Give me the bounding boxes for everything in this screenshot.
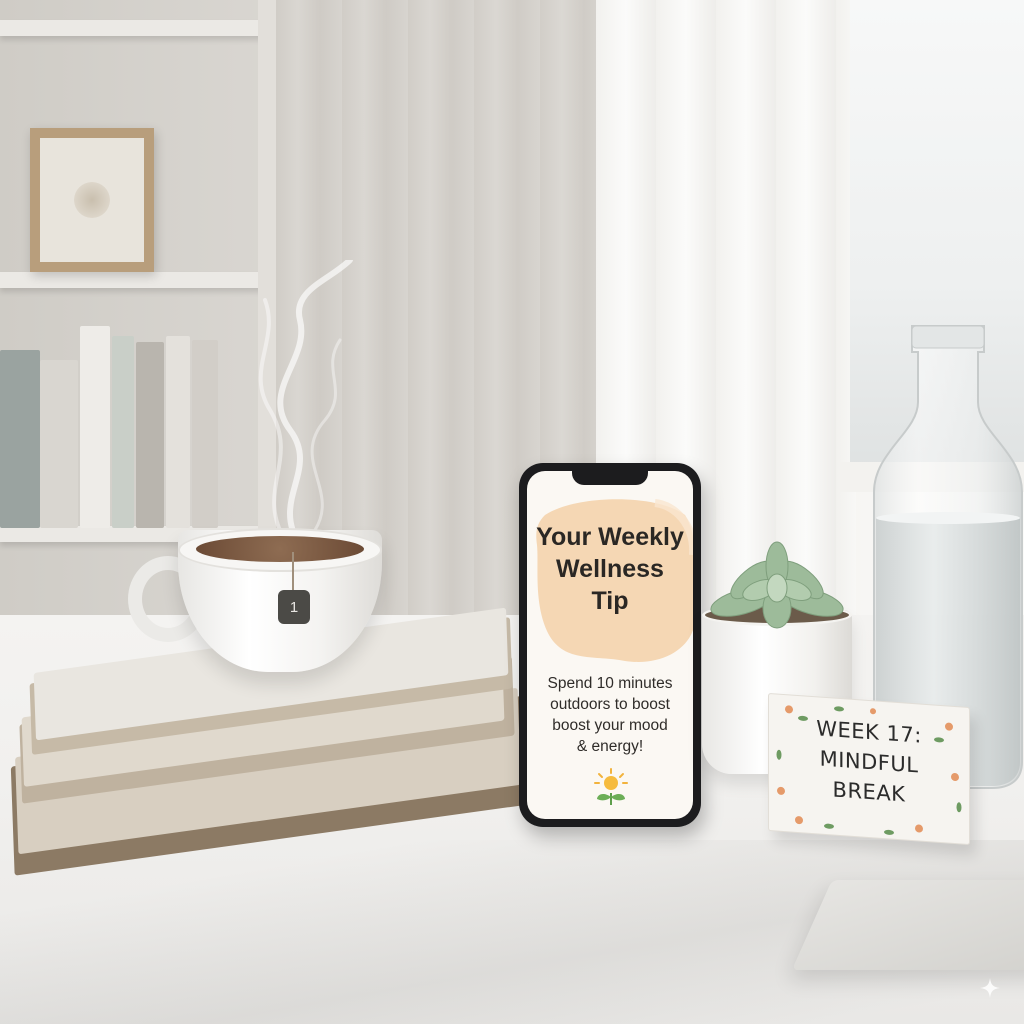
shelf-book xyxy=(40,360,78,528)
shelf-book xyxy=(166,336,190,528)
tent-card: WEEK 17: MINDFUL BREAK xyxy=(768,692,970,846)
picture-frame xyxy=(30,128,154,272)
tip-body: Spend 10 minutes outdoors to boost boost… xyxy=(547,675,673,755)
shelf-book xyxy=(80,326,110,528)
sparkle-icon xyxy=(980,978,1000,998)
laptop xyxy=(791,880,1024,970)
smartphone[interactable]: Your Weekly Wellness Tip Spend 10 minute… xyxy=(519,463,701,827)
tip-title: Your Weekly Wellness Tip xyxy=(536,523,684,615)
sun-sprout-icon xyxy=(594,768,628,805)
shelf-book xyxy=(136,342,164,528)
shelf-book xyxy=(0,350,40,528)
desk-scene: 1 Your Weekly Wellness Tip Spend 10 minu… xyxy=(0,0,1024,1024)
phone-screen[interactable]: Your Weekly Wellness Tip Spend 10 minute… xyxy=(527,471,693,819)
tent-card-text: WEEK 17: MINDFUL BREAK xyxy=(816,716,922,807)
tea xyxy=(196,536,364,562)
shelf-book xyxy=(192,340,218,528)
tea-bag-tag: 1 xyxy=(278,590,310,624)
succulent xyxy=(710,541,844,629)
shelf-book xyxy=(112,336,134,528)
phone-notch xyxy=(572,471,648,485)
steam xyxy=(258,260,353,548)
shelf xyxy=(0,20,270,36)
